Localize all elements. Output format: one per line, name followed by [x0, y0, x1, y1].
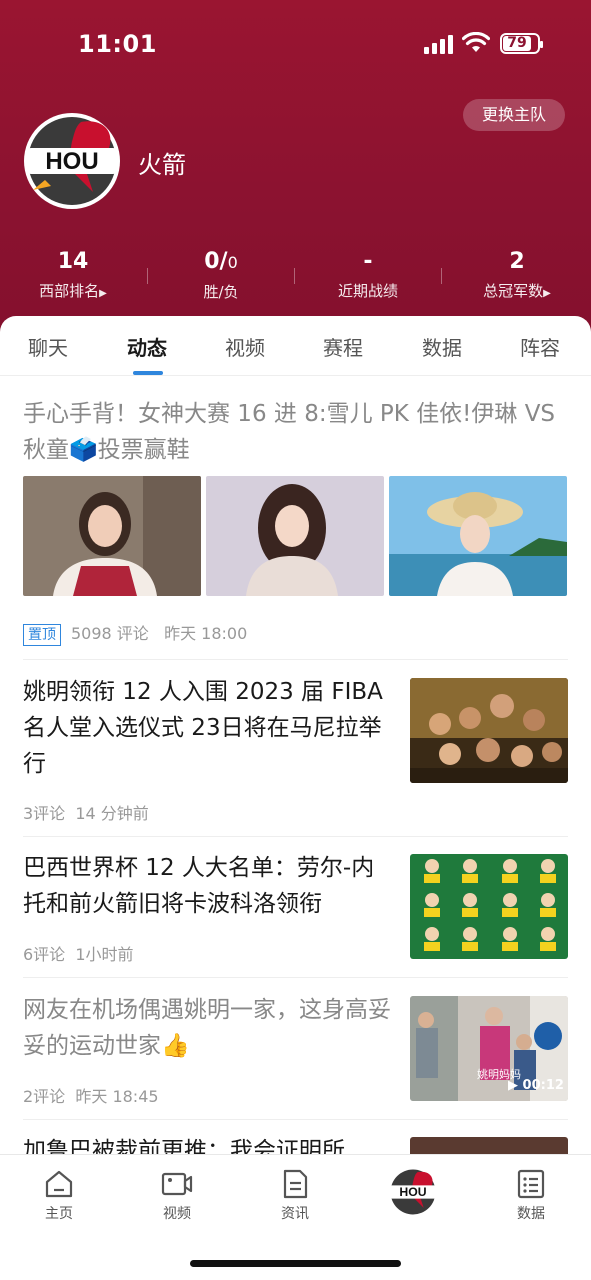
team-logo-icon: HOU — [388, 1167, 438, 1217]
svg-text:HOU: HOU — [399, 1185, 426, 1199]
nav-news[interactable]: 资讯 — [260, 1169, 330, 1223]
news-thumbnail-2[interactable] — [410, 854, 568, 959]
news-title-2[interactable]: 巴西世界杯 12 人大名单：劳尔-内托和前火箭旧将卡波科洛领衔 — [23, 850, 393, 922]
pinned-article-meta: 置顶 5098 评论 昨天 18:00 — [23, 620, 247, 646]
news-meta-1: 3评论 14 分钟前 — [23, 804, 149, 823]
news-meta-2: 6评论 1小时前 — [23, 945, 134, 964]
cellular-signal-icon — [424, 34, 454, 54]
tab-bar: 聊天 动态 视频 赛程 数据 阵容 — [0, 316, 591, 376]
team-header: 11:01 79 更换主队 HOU 火箭 14 西部排名▶ 0/0 胜/负 - … — [0, 0, 591, 340]
nav-data[interactable]: 数据 — [496, 1169, 566, 1223]
content-panel: 聊天 动态 视频 赛程 数据 阵容 手心手背！女神大赛 16 进 8:雪儿 PK… — [0, 316, 591, 1280]
bottom-nav: 主页 视频 资讯 HOU 数据 — [0, 1154, 591, 1280]
svg-text:HOU: HOU — [45, 148, 98, 175]
tab-schedule[interactable]: 赛程 — [323, 332, 363, 361]
status-bar: 11:01 79 — [0, 0, 591, 90]
news-title-1[interactable]: 姚明领衔 12 人入围 2023 届 FIBA 名人堂入选仪式 23日将在马尼拉… — [23, 674, 393, 782]
video-icon — [161, 1172, 193, 1196]
news-meta-3: 2评论 昨天 18:45 — [23, 1087, 159, 1106]
data-list-icon — [517, 1169, 545, 1199]
news-thumbnail-1[interactable] — [410, 678, 568, 783]
tab-roster[interactable]: 阵容 — [520, 332, 560, 361]
nav-home[interactable]: 主页 — [24, 1169, 94, 1223]
news-title-3[interactable]: 网友在机场偶遇姚明一家，这身高妥妥的运动世家👍 — [23, 992, 393, 1064]
pinned-badge: 置顶 — [23, 623, 61, 646]
battery-icon: 79 — [500, 33, 543, 54]
stat-win-loss: 0/0 胜/负 — [203, 249, 239, 301]
stat-championships[interactable]: 2 总冠军数▶ — [457, 248, 577, 301]
status-time: 11:01 — [78, 30, 157, 58]
tab-chat[interactable]: 聊天 — [28, 332, 68, 361]
switch-team-button[interactable]: 更换主队 — [463, 99, 565, 131]
wifi-icon — [462, 32, 490, 52]
nav-team[interactable]: HOU — [378, 1167, 448, 1217]
stat-recent-record: - 近期战绩 — [337, 249, 398, 300]
tab-data[interactable]: 数据 — [422, 332, 462, 361]
active-tab-indicator — [133, 371, 163, 375]
pinned-image-3[interactable] — [389, 476, 567, 596]
tab-feed[interactable]: 动态 — [127, 332, 167, 361]
team-name: 火箭 — [138, 151, 186, 179]
battery-level: 79 — [503, 36, 531, 51]
pinned-image-1[interactable] — [23, 476, 201, 596]
stat-west-rank[interactable]: 14 西部排名▶ — [13, 248, 133, 301]
home-indicator — [190, 1260, 401, 1267]
document-icon — [283, 1169, 308, 1199]
pinned-image-2[interactable] — [206, 476, 384, 596]
rockets-logo-icon[interactable]: HOU — [23, 112, 121, 210]
home-icon — [45, 1170, 73, 1198]
nav-video[interactable]: 视频 — [142, 1169, 212, 1223]
pinned-article-title[interactable]: 手心手背！女神大赛 16 进 8:雪儿 PK 佳依!伊琳 VS 秋童🗳️投票赢鞋 — [23, 396, 563, 468]
tab-video[interactable]: 视频 — [225, 332, 265, 361]
team-stats: 14 西部排名▶ 0/0 胜/负 - 近期战绩 2 总冠军数▶ — [0, 248, 591, 308]
video-duration: ▶ 00:12 — [508, 1078, 564, 1093]
